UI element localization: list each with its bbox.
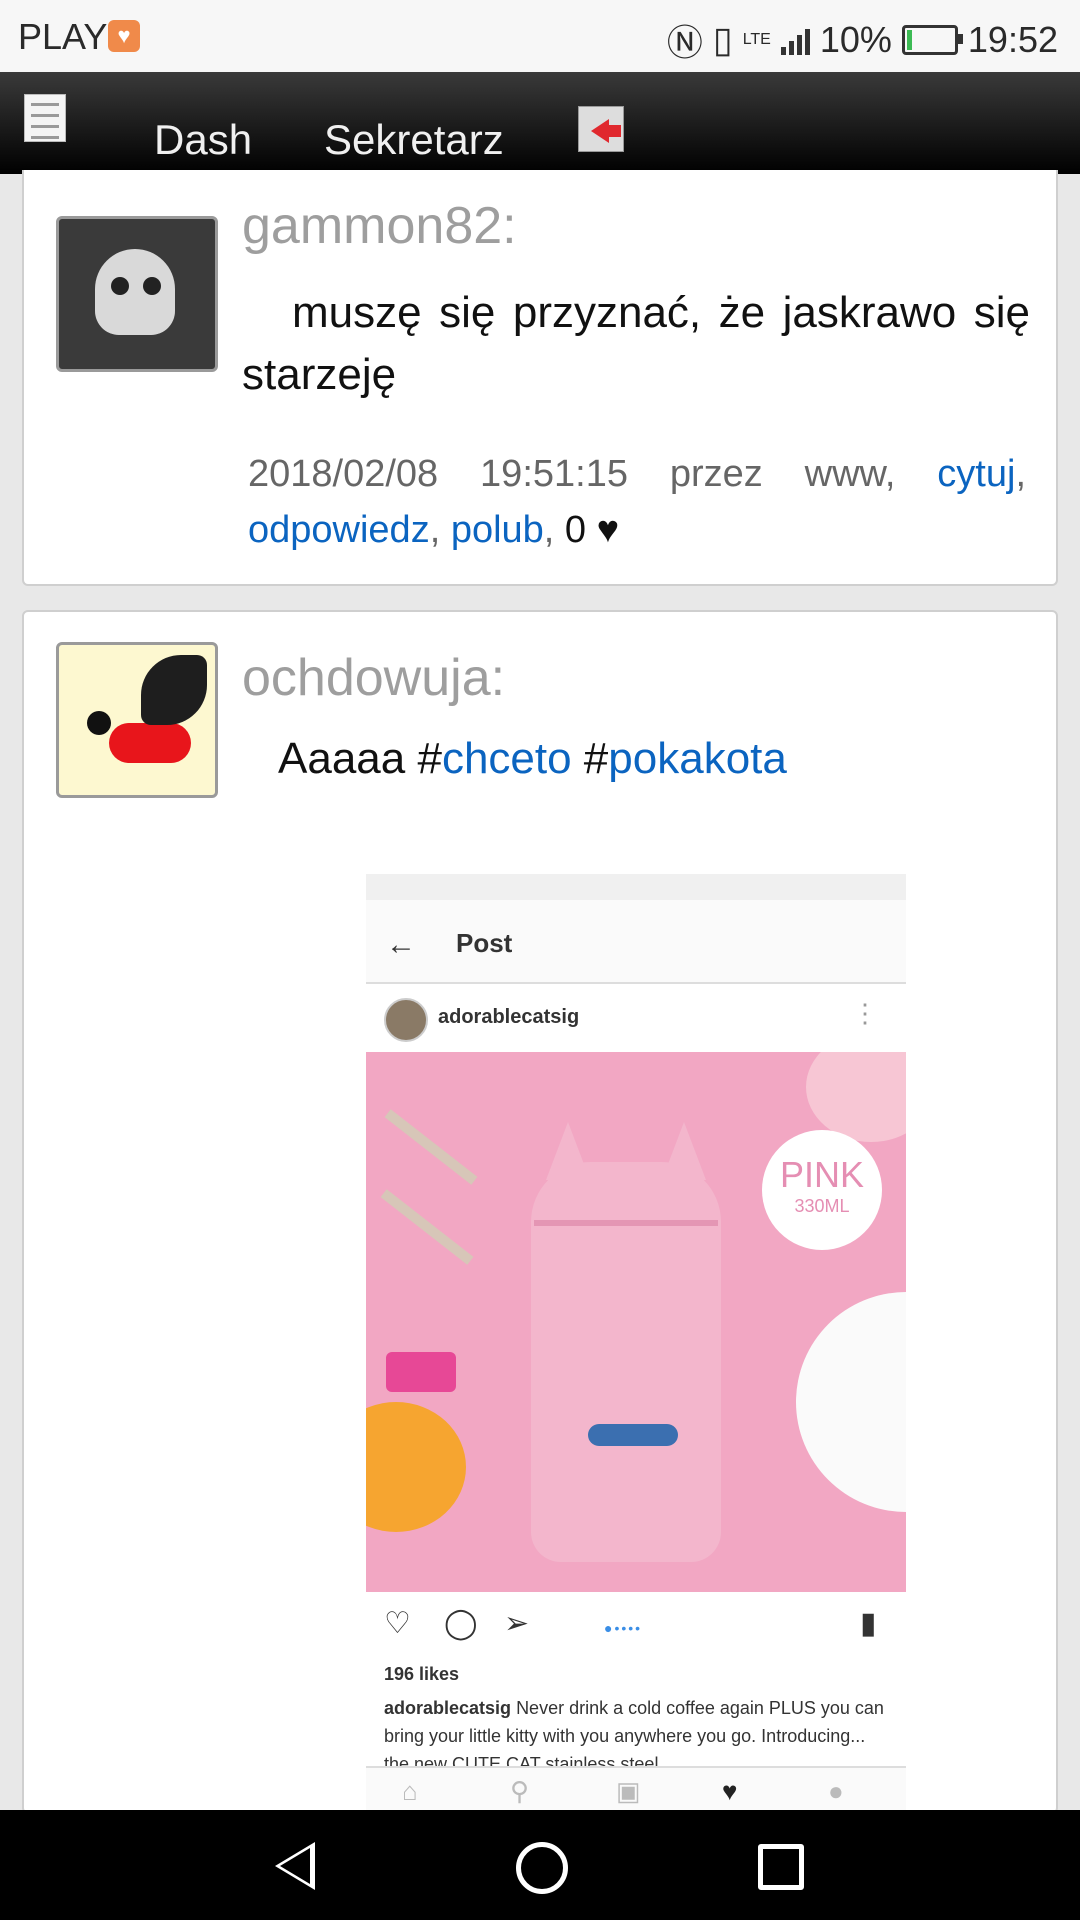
clock: 19:52: [967, 19, 1058, 60]
flask-label: [588, 1424, 678, 1446]
post-date: 2018/02/08 19:51:15 przez www,: [248, 453, 896, 495]
post-text: muszę się przyznać, że jaskrawo się star…: [242, 288, 1030, 399]
status-icons: Ⓝ ▯ LTE 10% 19:52: [667, 14, 1058, 66]
bookmark-icon: ▮: [860, 1607, 877, 1640]
embed-status-bar: [366, 874, 906, 900]
battery-icon: [901, 25, 963, 55]
battery-percent: 10%: [819, 19, 892, 60]
avatar[interactable]: [56, 642, 218, 798]
carrier-app-icon: ♥: [108, 20, 140, 52]
post-text: Aaaaa #chceto #pokakota: [278, 734, 787, 783]
add-icon: ▣: [616, 1776, 641, 1806]
embed-likes: 196 likes: [384, 1664, 460, 1684]
system-nav-bar: [0, 1810, 1080, 1920]
back-arrow-icon: ←: [386, 928, 416, 961]
plate-shape: [796, 1292, 906, 1512]
post-card: ochdowuja: Aaaaa #chceto #pokakota ← Pos…: [22, 610, 1058, 1814]
status-bar: PLAY ♥ Ⓝ ▯ LTE 10% 19:52: [0, 0, 1080, 72]
skull-image: [95, 249, 175, 335]
carousel-dots: ●••••: [604, 1620, 643, 1636]
quote-link[interactable]: cytuj: [937, 453, 1015, 495]
lte-label: LTE: [742, 31, 771, 48]
perfume-shape: [386, 1352, 456, 1392]
home-icon[interactable]: [516, 1842, 568, 1894]
heart-icon: ♥: [722, 1776, 738, 1806]
post-card: gammon82: muszę się przyznać, że jaskraw…: [22, 170, 1058, 586]
hashtag-link[interactable]: chceto: [442, 734, 572, 783]
app-nav-bar: Dash Sekretarz: [0, 72, 1080, 174]
heart-icon: ♡: [384, 1607, 411, 1640]
flower-shape: [806, 1052, 906, 1142]
embed-user-row: adorablecatsig ⋮: [366, 984, 906, 1050]
brush-shape: [380, 1189, 474, 1265]
search-icon: ⚲: [510, 1776, 530, 1806]
embed-post-header: ← Post: [366, 900, 906, 984]
post-author[interactable]: gammon82:: [242, 196, 517, 256]
logout-icon[interactable]: [578, 106, 624, 152]
like-link[interactable]: polub: [451, 509, 544, 551]
more-options-icon: ⋮: [852, 998, 878, 1028]
document-menu-icon[interactable]: [24, 94, 66, 142]
embed-avatar: [384, 998, 428, 1042]
hashtag-link[interactable]: pokakota: [608, 734, 787, 783]
flask-lid-line: [534, 1220, 718, 1226]
tab-dash[interactable]: Dash: [154, 116, 252, 164]
vibrate-icon: ▯: [712, 19, 733, 60]
badge-subtitle: 330ML: [794, 1196, 850, 1216]
embed-post-title: Post: [456, 928, 513, 958]
post-author[interactable]: ochdowuja:: [242, 648, 505, 708]
nfc-icon: Ⓝ: [666, 22, 703, 63]
embed-product-photo: PINK 330ML: [366, 1052, 906, 1592]
carrier-name: PLAY: [18, 16, 108, 57]
brush-shape: [384, 1109, 478, 1185]
profile-icon: ●: [828, 1776, 844, 1806]
embed-bottom-nav: ⌂ ⚲ ▣ ♥ ●: [366, 1766, 906, 1812]
comment-icon: ◯: [444, 1607, 478, 1640]
recent-apps-icon[interactable]: [758, 1844, 804, 1890]
macaron-shape: [366, 1402, 466, 1532]
signal-icon: [780, 25, 810, 55]
devil-bug-image: [109, 723, 191, 763]
embed-username: adorablecatsig: [438, 1006, 580, 1028]
like-count: 0 ♥: [564, 509, 620, 551]
home-icon: ⌂: [402, 1776, 418, 1806]
avatar[interactable]: [56, 216, 218, 372]
reply-link[interactable]: odpowiedz: [248, 509, 430, 551]
embedded-screenshot[interactable]: ← Post adorablecatsig ⋮ PINK 330ML ♡ ◯ ➢…: [366, 874, 906, 1812]
share-icon: ➢: [504, 1607, 530, 1640]
badge-title: PINK: [779, 1154, 865, 1195]
pink-badge: PINK 330ML: [762, 1130, 882, 1250]
embed-actions: ♡ ◯ ➢ ●•••• ▮: [366, 1596, 906, 1652]
back-icon[interactable]: [275, 1842, 315, 1890]
tab-sekretarz[interactable]: Sekretarz: [324, 116, 504, 164]
post-meta: 2018/02/08 19:51:15 przez www, cytuj, od…: [248, 453, 1026, 551]
